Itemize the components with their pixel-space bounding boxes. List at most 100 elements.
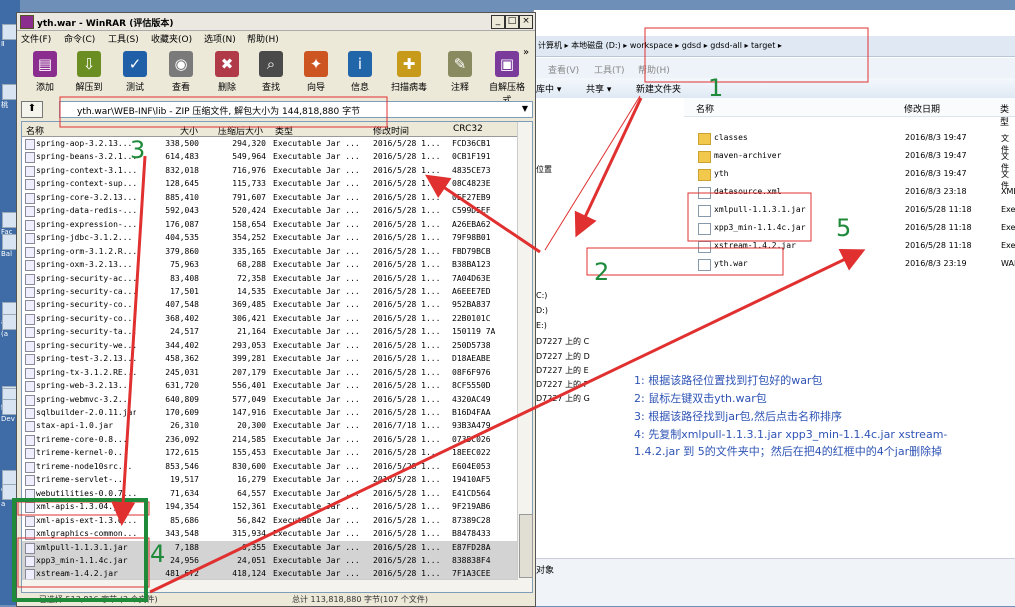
toolbar-overflow-chevron[interactable]: » <box>523 47 529 58</box>
explorer-file-row[interactable]: yth 2016/8/3 19:47 文件 <box>684 166 1015 190</box>
menu-tools[interactable]: 工具(T) <box>594 63 625 76</box>
nav-item-net-c[interactable]: D7227 上的 C <box>536 336 589 347</box>
archive-row[interactable]: spring-security-we... 344,402 293,053 Execu… <box>22 339 518 352</box>
menu-commands[interactable]: 命令(C) <box>64 32 95 45</box>
column-crc32[interactable]: CRC32 <box>453 124 483 134</box>
archive-row[interactable]: trireme-kernel-0... 172,615 155,453 Executa… <box>22 446 518 460</box>
archive-row[interactable]: xml-apis-ext-1.3.0... 85,686 56,842 Executa… <box>22 514 518 527</box>
archive-row[interactable]: spring-test-3.2.13... 458,362 399,281 Execu… <box>22 352 518 366</box>
title-bar[interactable]: yth.war - WinRAR (评估版本) _ □ × <box>17 13 535 31</box>
column-type[interactable]: 类型 <box>275 124 293 137</box>
explorer-file-row[interactable]: maven-archiver 2016/8/3 19:47 文件 <box>684 148 1015 172</box>
file-type: Exe <box>1001 223 1015 232</box>
archive-row[interactable]: sqlbuilder-2.0.11.jar 170,609 147,916 Execu… <box>22 406 518 419</box>
nav-item-d[interactable]: D:) <box>536 306 548 315</box>
archive-row[interactable]: spring-beans-3.2.1... 614,483 549,964 Execu… <box>22 150 518 164</box>
explorer-file-row[interactable]: classes 2016/8/3 19:47 文件 <box>684 130 1015 154</box>
menu-favorites[interactable]: 收藏夹(O) <box>151 32 192 45</box>
toolbar-button-comment[interactable]: ✎ 注释 <box>440 49 480 99</box>
nav-item-net-f[interactable]: D7227 上的 F <box>536 379 588 390</box>
archive-row[interactable]: spring-webmvc-3.2... 640,809 577,049 Execut… <box>22 393 518 406</box>
nav-item-net-e[interactable]: D7227 上的 E <box>536 365 589 376</box>
column-name[interactable]: 名称 <box>696 102 714 115</box>
archive-row[interactable]: spring-tx-3.1.2.RE... 245,031 207,179 Execu… <box>22 366 518 379</box>
archive-row[interactable]: trireme-node10src... 853,546 830,600 Execut… <box>22 460 518 473</box>
cell-pk: 207,179 <box>232 367 266 377</box>
toolbar-button-scan[interactable]: ✚ 扫描病毒 <box>389 49 429 99</box>
minimize-button[interactable]: _ <box>491 15 505 29</box>
archive-row[interactable]: spring-data-redis-... 592,043 520,424 Execu… <box>22 204 518 218</box>
close-button[interactable]: × <box>519 15 533 29</box>
column-modified[interactable]: 修改时间 <box>373 124 409 137</box>
archive-row[interactable]: stax-api-1.0.jar 26,310 20,300 Executable J… <box>22 419 518 433</box>
nav-item-net-g[interactable]: D7227 上的 G <box>536 393 590 404</box>
menu-file[interactable]: 文件(F) <box>21 32 51 45</box>
toolbar-button-books[interactable]: ▤ 添加 <box>25 49 65 99</box>
vertical-scrollbar[interactable] <box>517 122 533 592</box>
toolbar-button-view[interactable]: ◉ 查看 <box>161 49 201 99</box>
toolbar-button-find[interactable]: ⌕ 查找 <box>251 49 291 99</box>
archive-row[interactable]: spring-context-sup... 128,645 115,733 Execu… <box>22 177 518 191</box>
address-bar[interactable]: 计算机 ▸ 本地磁盘 (D:) ▸ workspace ▸ gdsd ▸ gds… <box>534 36 1015 57</box>
archive-row[interactable]: spring-security-co... 407,548 369,485 Execu… <box>22 298 518 312</box>
wizard-icon: ✦ <box>304 51 328 77</box>
chevron-down-icon[interactable]: ▼ <box>519 103 531 115</box>
toolbar-button-sfx[interactable]: ▣自解压格式 <box>487 49 527 106</box>
path-text: yth.war\WEB-INF\lib - ZIP 压缩文件, 解包大小为 14… <box>77 107 361 117</box>
archive-row[interactable]: xmlpull-1.1.3.1.jar 7,188 6,355 Executable … <box>22 540 518 554</box>
cell-dt: 2016/5/28 1... <box>373 246 441 256</box>
archive-row[interactable]: spring-security-co... 368,402 306,421 Execu… <box>22 312 518 325</box>
archive-row[interactable]: xpp3_min-1.1.4c.jar 24,956 24,051 Executabl… <box>22 553 518 568</box>
path-dropdown[interactable]: yth.war\WEB-INF\lib - ZIP 压缩文件, 解包大小为 14… <box>59 101 533 118</box>
archive-row[interactable]: trireme-servlet-... 19,517 16,279 Executabl… <box>22 473 518 487</box>
toolbar-button-extract[interactable]: ⇩ 解压到 <box>69 49 109 99</box>
instruction-3: 3: 根据该路径找到jar包,然后点击名称排序 <box>634 410 843 423</box>
column-size[interactable]: 大小 <box>180 124 198 137</box>
nav-item-c[interactable]: C:) <box>536 291 547 300</box>
archive-row[interactable]: spring-web-3.2.13... 631,720 556,401 Execut… <box>22 379 518 393</box>
share-button[interactable]: 共享 ▾ <box>586 82 611 95</box>
file-name: xstream-1.4.2.jar <box>714 241 796 250</box>
archive-row[interactable]: spring-expression-... 176,087 158,654 Execu… <box>22 218 518 231</box>
column-name[interactable]: 名称 <box>26 124 44 137</box>
new-folder-button[interactable]: 新建文件夹 <box>636 82 681 95</box>
archive-row[interactable]: xml-apis-1.3.04.jar 194,354 152,361 Executa… <box>22 500 518 514</box>
archive-row[interactable]: spring-context-3.1... 832,018 716,976 Execu… <box>22 164 518 177</box>
archive-row[interactable]: xmlgraphics-common... 343,548 315,934 Execu… <box>22 527 518 541</box>
menu-help[interactable]: 帮助(H) <box>247 32 279 45</box>
toolbar-button-delete[interactable]: ✖ 删除 <box>207 49 247 99</box>
toolbar-button-test[interactable]: ✓ 测试 <box>115 49 155 99</box>
scrollbar-thumb[interactable] <box>519 514 533 578</box>
column-packed[interactable]: 压缩后大小 <box>218 124 263 137</box>
cell-pk: 716,976 <box>232 165 266 175</box>
include-in-library-button[interactable]: 库中 ▾ <box>536 82 561 95</box>
column-date[interactable]: 修改日期 <box>904 102 940 115</box>
explorer-file-row[interactable]: yth.war 2016/8/3 23:19 WAR <box>684 256 1015 273</box>
explorer-file-row[interactable]: datasource.xml 2016/8/3 23:18 XML <box>684 184 1015 201</box>
cell-dt: 2016/5/28 1... <box>373 273 441 283</box>
toolbar-button-wizard[interactable]: ✦ 向导 <box>296 49 336 99</box>
menu-help[interactable]: 帮助(H) <box>638 63 670 76</box>
toolbar-button-info[interactable]: i 信息 <box>340 49 380 99</box>
archive-row[interactable]: webutilities-0.0.7... 71,634 64,557 Executa… <box>22 487 518 500</box>
archive-row[interactable]: spring-aop-3.2.13... 338,500 294,320 Execut… <box>22 137 518 150</box>
menu-view[interactable]: 查看(V) <box>548 63 579 76</box>
nav-item-e[interactable]: E:) <box>536 321 547 330</box>
up-folder-button[interactable]: ⬆ <box>21 101 43 118</box>
menu-options[interactable]: 选项(N) <box>204 32 236 45</box>
archive-row[interactable]: spring-jdbc-3.1.2... 404,535 354,252 Execut… <box>22 231 518 245</box>
archive-row[interactable]: spring-security-ta... 24,517 21,164 Executa… <box>22 325 518 339</box>
archive-row[interactable]: trireme-core-0.8... 236,092 214,585 Executa… <box>22 433 518 446</box>
archive-row[interactable]: spring-security-ca... 17,501 14,535 Executa… <box>22 285 518 298</box>
column-type[interactable]: 类型 <box>1000 102 1015 128</box>
cell-pk: 830,600 <box>232 461 266 471</box>
archive-row[interactable]: spring-core-3.2.13... 885,410 791,607 Execu… <box>22 191 518 204</box>
maximize-button[interactable]: □ <box>505 15 519 29</box>
archive-row[interactable]: spring-orm-3.1.2.R... 379,860 335,165 Execu… <box>22 245 518 258</box>
archive-row[interactable]: spring-oxm-3.2.13... 75,963 68,288 Executab… <box>22 258 518 272</box>
menu-tools[interactable]: 工具(S) <box>108 32 139 45</box>
horizontal-scrollbar[interactable] <box>22 579 518 592</box>
nav-item-net-d[interactable]: D7227 上的 D <box>536 351 590 362</box>
archive-row[interactable]: spring-security-ac... 83,408 72,358 Executa… <box>22 272 518 285</box>
nav-item-location[interactable]: 位置 <box>536 164 552 175</box>
